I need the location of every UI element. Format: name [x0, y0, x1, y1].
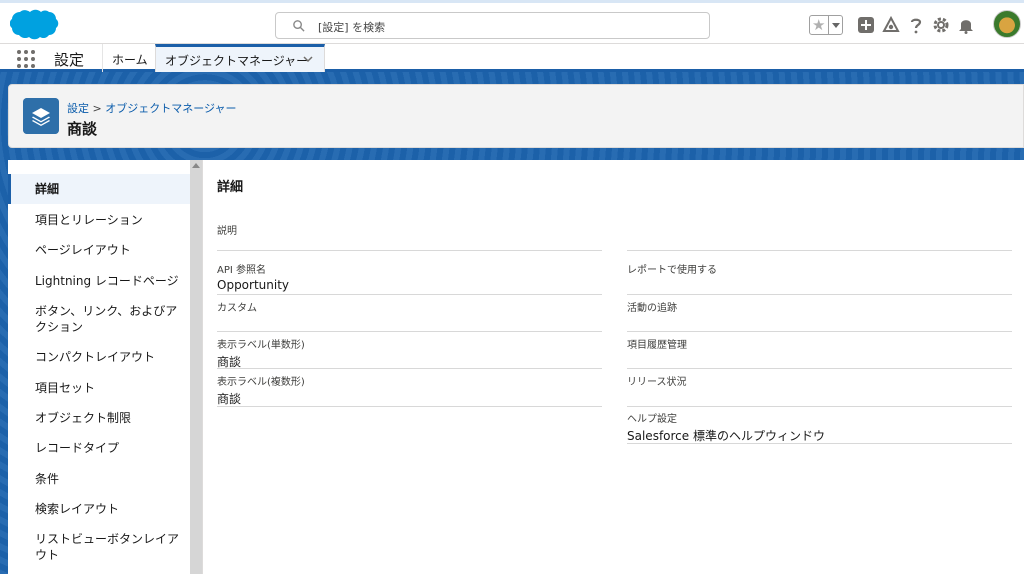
field-track-activities: 活動の追跡 — [627, 299, 1012, 332]
sidebar-item-page-layouts[interactable]: ページレイアウト — [8, 242, 190, 258]
global-search-input[interactable]: [設定] を検索 — [275, 12, 710, 39]
breadcrumb: 設定 > オブジェクトマネージャー — [67, 100, 236, 116]
sidebar-item-label: オブジェクト制限 — [35, 411, 132, 425]
field-label: 表示ラベル(単数形) — [217, 340, 305, 351]
app-launcher-icon[interactable] — [17, 50, 35, 68]
sidebar-divider — [202, 160, 203, 574]
details-section-title: 詳細 — [217, 180, 244, 195]
scroll-up-arrow-icon[interactable] — [192, 163, 200, 168]
setup-gear-icon[interactable] — [932, 16, 950, 34]
breadcrumb-object-manager-link[interactable]: オブジェクトマネージャー — [105, 102, 236, 115]
global-header: [設定] を検索 ★ — [0, 0, 1024, 44]
sidebar-item-label: 項目とリレーション — [35, 213, 143, 227]
sidebar-item-label: レコードタイプ — [35, 441, 120, 455]
sidebar-item-record-types[interactable]: レコードタイプ — [8, 440, 190, 456]
sidebar-item-label: 詳細 — [35, 182, 60, 196]
sidebar-item-fields-relationships[interactable]: 項目とリレーション — [8, 212, 190, 228]
field-label: レポートで使用する — [627, 265, 717, 276]
field-value: 商談 — [217, 355, 242, 369]
nav-divider — [102, 44, 103, 72]
sidebar-item-label: 条件 — [35, 472, 60, 486]
field-value: 商談 — [217, 392, 242, 406]
field-api-name: API 参照名 Opportunity — [217, 261, 602, 295]
field-value: Salesforce 標準のヘルプウィンドウ — [627, 429, 825, 443]
page-header: 設定 > オブジェクトマネージャー 商談 — [8, 84, 1024, 148]
field-label: ヘルプ設定 — [627, 414, 677, 425]
sidebar-item-label: ページレイアウト — [35, 243, 131, 257]
sidebar-scrollbar[interactable] — [190, 160, 202, 574]
field-label: 説明 — [217, 226, 237, 237]
object-layers-icon — [23, 98, 59, 134]
sidebar-item-label: コンパクトレイアウト — [35, 350, 156, 364]
field-label: 活動の追跡 — [627, 303, 677, 314]
add-icon[interactable] — [857, 16, 875, 34]
sidebar-item-details[interactable]: 詳細 — [8, 174, 190, 204]
sidebar-item-label: リストビューボタンレイアウト — [35, 532, 180, 562]
field-label: API 参照名 — [217, 265, 266, 276]
field-blank — [627, 222, 1012, 251]
favorites-dropdown-icon[interactable] — [832, 23, 840, 28]
field-allow-reports: レポートで使用する — [627, 261, 1012, 295]
notifications-bell-icon[interactable] — [957, 16, 975, 34]
help-icon[interactable] — [907, 16, 925, 34]
salesforce-logo[interactable] — [10, 8, 60, 40]
field-value: Opportunity — [217, 278, 290, 292]
tab-object-manager-label: オブジェクトマネージャー — [165, 54, 309, 68]
favorites-divider — [828, 16, 829, 34]
field-plural-label: 表示ラベル(複数形) 商談 — [217, 373, 602, 407]
sidebar-item-conditions[interactable]: 条件 — [8, 471, 190, 487]
field-deployment-status: リリース状況 — [627, 373, 1012, 407]
page-title: 商談 — [67, 120, 98, 138]
field-custom: カスタム — [217, 299, 602, 332]
header-utility-icons: ★ — [809, 8, 1024, 42]
field-help-settings: ヘルプ設定 Salesforce 標準のヘルプウィンドウ — [627, 410, 1012, 444]
field-label: リリース状況 — [627, 377, 687, 388]
sidebar-item-field-sets[interactable]: 項目セット — [8, 380, 190, 396]
app-name: 設定 — [54, 51, 85, 69]
app-navigation-bar: 設定 ホーム オブジェクトマネージャー — [0, 44, 1024, 72]
sidebar-item-lightning-record-pages[interactable]: Lightning レコードページ — [8, 273, 190, 289]
sidebar-item-label: Lightning レコードページ — [35, 274, 179, 288]
field-history-tracking: 項目履歴管理 — [627, 336, 1012, 369]
sidebar-item-object-limits[interactable]: オブジェクト制限 — [8, 410, 190, 426]
sidebar-item-label: 項目セット — [35, 381, 96, 395]
breadcrumb-separator: > — [92, 102, 102, 115]
user-avatar[interactable] — [993, 10, 1021, 38]
favorites-button[interactable]: ★ — [809, 15, 843, 35]
sidebar-item-search-layouts[interactable]: 検索レイアウト — [8, 501, 190, 517]
tab-home[interactable]: ホーム — [112, 51, 148, 68]
chevron-down-icon[interactable] — [302, 53, 314, 65]
object-detail-panel: 詳細 項目とリレーション ページレイアウト Lightning レコードページ … — [8, 160, 1024, 574]
tab-object-manager[interactable]: オブジェクトマネージャー — [155, 44, 325, 72]
sidebar-item-label: ボタン、リンク、およびアクション — [35, 304, 178, 334]
sidebar-item-buttons-links-actions[interactable]: ボタン、リンク、およびアクション — [8, 303, 190, 335]
trailhead-icon[interactable] — [882, 16, 900, 34]
search-placeholder: [設定] を検索 — [318, 21, 386, 34]
sidebar-item-compact-layouts[interactable]: コンパクトレイアウト — [8, 349, 190, 365]
favorites-star-icon: ★ — [812, 16, 826, 34]
sidebar-item-list-view-button-layout[interactable]: リストビューボタンレイアウト — [8, 531, 190, 563]
sidebar-item-label: 検索レイアウト — [35, 502, 120, 516]
field-singular-label: 表示ラベル(単数形) 商談 — [217, 336, 602, 369]
field-description: 説明 — [217, 222, 602, 251]
details-section: 詳細 説明 API 参照名 Opportunity カスタム 表示ラベル(単数形… — [217, 160, 1024, 574]
field-label: 項目履歴管理 — [627, 340, 687, 351]
breadcrumb-setup-link[interactable]: 設定 — [67, 102, 89, 115]
field-label: カスタム — [217, 303, 257, 314]
object-sidebar-nav: 詳細 項目とリレーション ページレイアウト Lightning レコードページ … — [8, 160, 190, 574]
search-icon — [293, 20, 305, 32]
field-label: 表示ラベル(複数形) — [217, 377, 305, 388]
